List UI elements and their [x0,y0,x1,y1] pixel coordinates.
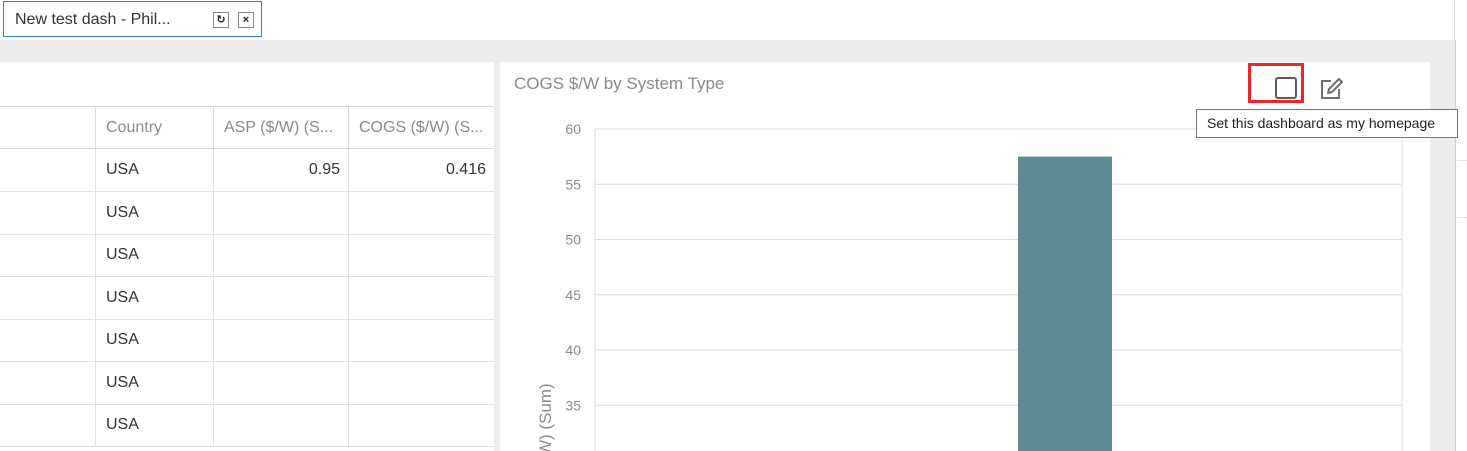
table-row[interactable]: USA [0,319,494,362]
cell-country: USA [95,234,213,276]
right-scroll-gutter[interactable] [1455,40,1467,451]
cell-blank [0,319,95,361]
tabstrip-divider [1454,0,1455,40]
cell-cogs [348,276,494,319]
y-tick-label: 60 [565,121,581,137]
table-row[interactable]: USA [0,361,494,405]
cell-blank [0,149,95,191]
gutter-line [1457,217,1467,218]
cell-country: USA [95,149,213,191]
table-row[interactable]: USA 0.95 0.416 [0,149,494,192]
bar [1018,156,1112,451]
cell-blank [0,362,95,404]
cell-cogs [348,191,494,234]
table-widget: Country ASP ($/W) (S... COGS ($/W) (S...… [0,62,494,451]
cell-country: USA [95,404,213,446]
cell-country: USA [95,361,213,404]
cell-blank [0,404,95,446]
cell-blank [0,234,95,276]
column-header-asp[interactable]: ASP ($/W) (S... [213,107,348,149]
table-row[interactable]: USA [0,404,494,447]
cell-cogs [348,361,494,404]
table-row[interactable]: USA [0,276,494,320]
refresh-icon[interactable]: ↻ [213,12,229,28]
y-tick-label: 50 [565,232,581,248]
y-tick-label: 40 [565,342,581,358]
cell-asp [213,234,348,276]
cell-country: USA [95,319,213,361]
y-tick-label: 35 [565,397,581,413]
y-tick-label: 55 [565,176,581,192]
cell-country: USA [95,191,213,234]
cell-blank [0,277,95,319]
column-header-country[interactable]: Country [95,107,213,149]
y-tick-label: 45 [565,287,581,303]
cell-cogs [348,234,494,276]
y-axis-label: W) (Sum) [536,383,555,451]
tab-strip: New test dash - Phil... ↻ × [0,0,1467,41]
cell-asp [213,404,348,446]
cell-country: USA [95,276,213,319]
cell-asp [213,276,348,319]
table-row[interactable]: USA [0,191,494,235]
close-icon[interactable]: × [238,12,254,28]
cell-asp: 0.95 [213,149,348,191]
cell-cogs [348,404,494,446]
dashboard-tab[interactable]: New test dash - Phil... ↻ × [3,1,262,37]
cell-asp [213,361,348,404]
cell-asp [213,191,348,234]
cell-asp [213,319,348,361]
cell-blank [0,192,95,234]
column-header-cogs[interactable]: COGS ($/W) (S... [348,107,494,149]
homepage-tooltip: Set this dashboard as my homepage [1196,109,1458,138]
table-row[interactable]: USA [0,234,494,277]
cell-cogs: 0.416 [348,149,494,191]
tab-title[interactable]: New test dash - Phil... [15,11,171,29]
column-header-0[interactable] [0,107,95,149]
gutter-line [1457,160,1467,161]
table-header: Country ASP ($/W) (S... COGS ($/W) (S... [0,106,494,149]
cell-cogs [348,319,494,361]
